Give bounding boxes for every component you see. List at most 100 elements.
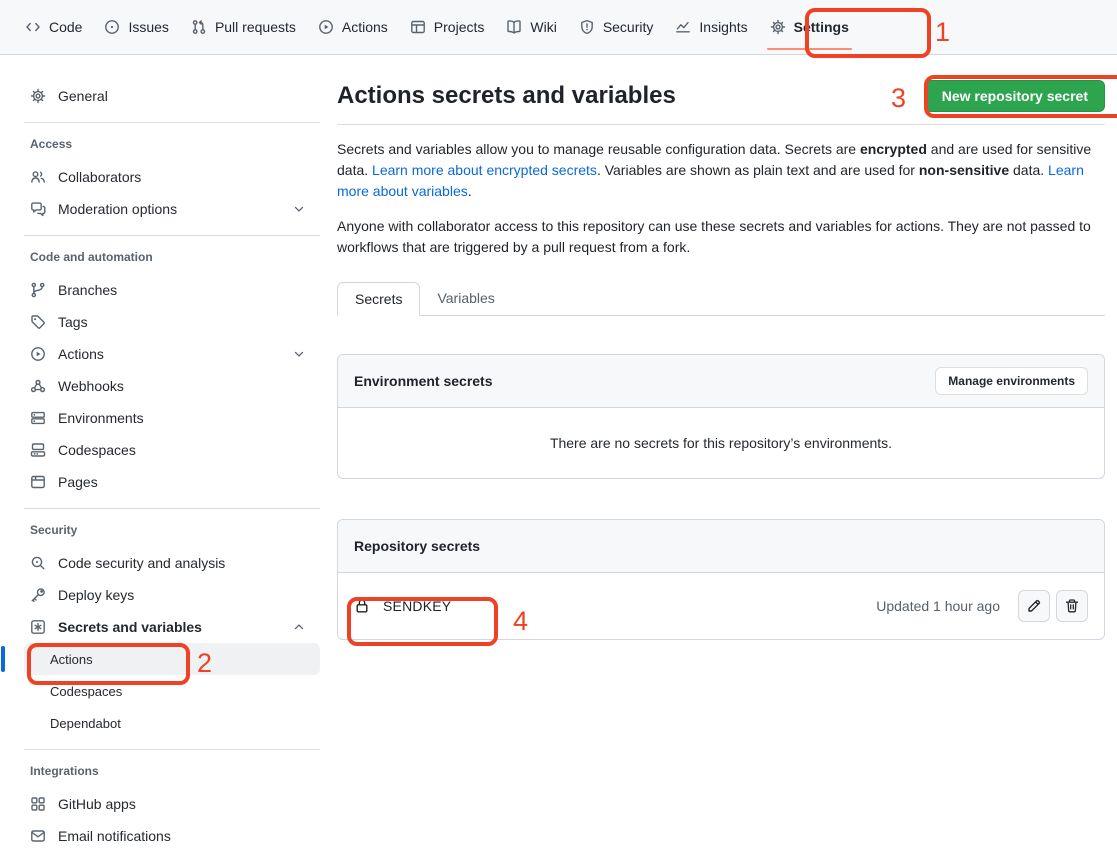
nav-label: Security (603, 19, 654, 35)
tab-secrets[interactable]: Secrets (337, 282, 420, 316)
sidebar-item-label: Codespaces (58, 442, 136, 458)
sidebar-item-actions[interactable]: Actions (24, 338, 320, 370)
sidebar-item-pages[interactable]: Pages (24, 466, 320, 498)
sidebar-item-label: Webhooks (58, 378, 124, 394)
sidebar-item-label: Collaborators (58, 169, 141, 185)
sidebar-item-general[interactable]: General (24, 80, 320, 112)
sidebar-item-moderation-options[interactable]: Moderation options (24, 193, 320, 225)
nav-label: Settings (794, 19, 849, 35)
chevron-down-icon (292, 202, 306, 216)
sidebar-item-label: Email notifications (58, 828, 171, 844)
sidebar-item-label: Secrets and variables (58, 619, 202, 635)
nav-tab-security[interactable]: Security (570, 0, 663, 55)
sidebar-item-label: Tags (58, 314, 88, 330)
divider (24, 749, 320, 750)
git-branch-icon (30, 282, 46, 298)
sidebar-item-tags[interactable]: Tags (24, 306, 320, 338)
annotation-label-1: 1 (935, 19, 950, 46)
secret-name: SENDKEY (383, 598, 451, 614)
gear-icon (30, 88, 46, 104)
sidebar-subitem-label: Actions (50, 652, 93, 667)
sidebar-subitem-label: Codespaces (50, 684, 122, 699)
sidebar-subitem-codespaces[interactable]: Codespaces (24, 675, 320, 707)
sidebar-item-codespaces[interactable]: Codespaces (24, 434, 320, 466)
annotation-label-2: 2 (197, 650, 212, 677)
nav-tab-code[interactable]: Code (16, 0, 91, 55)
sidebar-section-access: Access (24, 137, 320, 151)
asterisk-box-icon (30, 619, 46, 635)
secrets-variables-tabbar: Secrets Variables (337, 282, 1105, 316)
new-repository-secret-button[interactable]: New repository secret (925, 80, 1105, 112)
pull-request-icon (191, 19, 207, 35)
nav-tab-wiki[interactable]: Wiki (497, 0, 565, 55)
sidebar-item-secrets-and-variables[interactable]: Secrets and variables (24, 611, 320, 643)
key-icon (30, 587, 46, 603)
chevron-up-icon (292, 620, 306, 634)
environment-secrets-card: Environment secrets Manage environments … (337, 354, 1105, 479)
tag-icon (30, 314, 46, 330)
mail-icon (30, 828, 46, 844)
nav-tab-insights[interactable]: Insights (666, 0, 756, 55)
codespaces-icon (30, 442, 46, 458)
divider (24, 508, 320, 509)
sidebar-item-label: Code security and analysis (58, 555, 225, 571)
encrypted-secrets-link[interactable]: Learn more about encrypted secrets (372, 162, 597, 178)
play-circle-icon (318, 19, 334, 35)
sidebar-item-code-security[interactable]: Code security and analysis (24, 547, 320, 579)
sidebar-item-branches[interactable]: Branches (24, 274, 320, 306)
nav-tab-settings[interactable]: Settings (761, 0, 858, 55)
sidebar-item-collaborators[interactable]: Collaborators (24, 161, 320, 193)
manage-environments-button[interactable]: Manage environments (935, 367, 1088, 395)
issue-icon (104, 19, 120, 35)
sidebar-item-label: Moderation options (58, 201, 177, 217)
gear-icon (770, 19, 786, 35)
nav-label: Code (49, 19, 82, 35)
annotation-label-4: 4 (513, 608, 528, 635)
sidebar-item-label: Pages (58, 474, 98, 490)
sidebar-section-integrations: Integrations (24, 764, 320, 778)
sidebar-item-environments[interactable]: Environments (24, 402, 320, 434)
text-run: Secrets and variables allow you to manag… (337, 141, 860, 157)
sidebar-item-deploy-keys[interactable]: Deploy keys (24, 579, 320, 611)
nav-label: Insights (699, 19, 747, 35)
sidebar-subitem-dependabot[interactable]: Dependabot (24, 707, 320, 739)
active-tab-underline (767, 48, 852, 50)
chevron-down-icon (292, 347, 306, 361)
text-run: . Variables are shown as plain text and … (597, 162, 919, 178)
sidebar-section-code-automation: Code and automation (24, 250, 320, 264)
divider (337, 124, 1105, 125)
nav-label: Actions (342, 19, 388, 35)
nav-tab-actions[interactable]: Actions (309, 0, 397, 55)
sidebar-section-security: Security (24, 523, 320, 537)
edit-secret-button[interactable] (1018, 590, 1050, 622)
nav-tab-issues[interactable]: Issues (95, 0, 177, 55)
sidebar-item-label: Deploy keys (58, 587, 134, 603)
code-icon (25, 19, 41, 35)
sidebar-subitem-actions[interactable]: Actions (24, 643, 320, 675)
divider (24, 235, 320, 236)
sidebar-subitem-label: Dependabot (50, 716, 121, 731)
settings-sidebar: General Access Collaborators Moderation … (0, 56, 337, 852)
sidebar-item-label: GitHub apps (58, 796, 136, 812)
delete-secret-button[interactable] (1056, 590, 1088, 622)
sidebar-item-webhooks[interactable]: Webhooks (24, 370, 320, 402)
description-paragraph-1: Secrets and variables allow you to manag… (337, 139, 1105, 202)
nav-tab-projects[interactable]: Projects (401, 0, 494, 55)
sidebar-item-github-apps[interactable]: GitHub apps (24, 788, 320, 820)
people-icon (30, 169, 46, 185)
sidebar-item-label: Environments (58, 410, 144, 426)
tab-variables[interactable]: Variables (420, 282, 511, 315)
graph-icon (675, 19, 691, 35)
sidebar-item-email-notifications[interactable]: Email notifications (24, 820, 320, 852)
nav-tab-pull-requests[interactable]: Pull requests (182, 0, 305, 55)
environment-secrets-title: Environment secrets (354, 373, 493, 389)
text-bold: non-sensitive (919, 162, 1009, 178)
apps-grid-icon (30, 796, 46, 812)
secret-updated-text: Updated 1 hour ago (876, 598, 1000, 614)
nav-label: Pull requests (215, 19, 296, 35)
nav-label: Issues (128, 19, 168, 35)
page-title: Actions secrets and variables (337, 82, 676, 110)
text-run: . (468, 183, 472, 199)
selected-indicator-bar (1, 646, 5, 672)
shield-icon (579, 19, 595, 35)
